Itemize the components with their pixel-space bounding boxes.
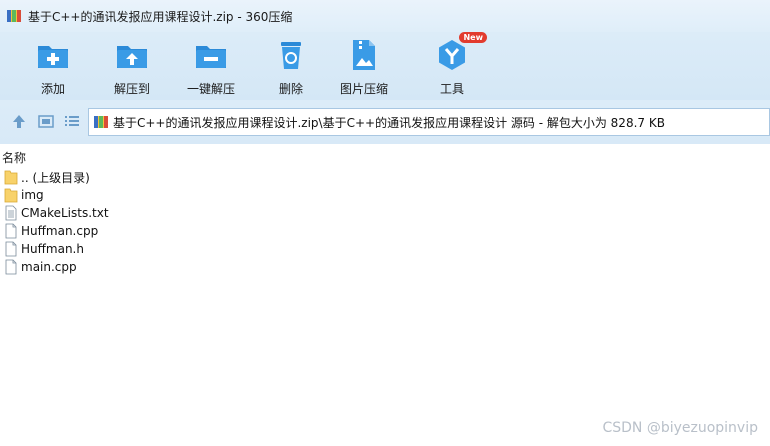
archive-icon — [94, 116, 108, 128]
extract-to-button[interactable]: 解压到 — [87, 38, 177, 98]
file-icon — [5, 223, 17, 239]
file-name: .. (上级目录) — [21, 170, 90, 185]
file-name: Huffman.h — [21, 242, 84, 256]
add-label: 添加 — [40, 82, 65, 96]
tools-button[interactable]: New 工具 — [407, 32, 497, 98]
file-list: .. (上级目录) img CMakeLists.txt Huffman.cpp — [0, 168, 770, 276]
list-item[interactable]: Huffman.cpp — [0, 222, 770, 240]
image-compress-icon — [347, 38, 381, 72]
new-badge: New — [459, 32, 487, 43]
list-header: 名称 — [0, 146, 770, 166]
text-file-icon — [5, 205, 17, 221]
title-bar[interactable]: 基于C++的通讯发报应用课程设计.zip - 360压缩 — [0, 0, 770, 32]
path-bar[interactable]: 基于C++的通讯发报应用课程设计.zip\基于C++的通讯发报应用课程设计 源码… — [88, 108, 770, 136]
list-item[interactable]: .. (上级目录) — [0, 168, 770, 186]
file-name: CMakeLists.txt — [21, 206, 109, 220]
watermark: CSDN @biyezuopinvip — [602, 420, 758, 436]
image-compress-button[interactable]: 图片压缩 — [319, 38, 409, 98]
tools-label: 工具 — [439, 82, 464, 96]
one-click-extract-icon — [194, 38, 228, 72]
extract-to-label: 解压到 — [113, 82, 150, 96]
thumbnail-view-icon[interactable] — [37, 112, 55, 130]
column-name-header[interactable]: 名称 — [2, 149, 26, 166]
image-compress-label: 图片压缩 — [339, 82, 388, 96]
file-name: img — [21, 188, 44, 202]
trash-icon — [274, 38, 308, 72]
archive-icon — [7, 10, 21, 22]
folder-icon — [4, 188, 18, 203]
list-item[interactable]: Huffman.h — [0, 240, 770, 258]
add-button[interactable]: 添加 — [8, 38, 98, 98]
file-icon — [5, 259, 17, 275]
app-window: 基于C++的通讯发报应用课程设计.zip - 360压缩 添加 解压到 一键解压… — [0, 0, 770, 446]
list-view-icon[interactable] — [63, 112, 81, 130]
path-text: 基于C++的通讯发报应用课程设计.zip\基于C++的通讯发报应用课程设计 源码… — [113, 115, 665, 130]
add-folder-icon — [36, 38, 70, 72]
folder-icon — [4, 170, 18, 185]
one-click-extract-label: 一键解压 — [186, 82, 235, 96]
extract-to-icon — [115, 38, 149, 72]
up-arrow-icon[interactable] — [10, 112, 28, 130]
file-name: main.cpp — [21, 260, 77, 274]
tools-icon: New — [435, 32, 487, 72]
toolbar: 添加 解压到 一键解压 删除 图片压缩 New 工具 — [0, 32, 770, 100]
file-icon — [5, 241, 17, 257]
list-item[interactable]: main.cpp — [0, 258, 770, 276]
file-name: Huffman.cpp — [21, 224, 99, 238]
window-title: 基于C++的通讯发报应用课程设计.zip - 360压缩 — [28, 9, 293, 24]
one-click-extract-button[interactable]: 一键解压 — [166, 38, 256, 98]
list-item[interactable]: CMakeLists.txt — [0, 204, 770, 222]
list-item[interactable]: img — [0, 186, 770, 204]
